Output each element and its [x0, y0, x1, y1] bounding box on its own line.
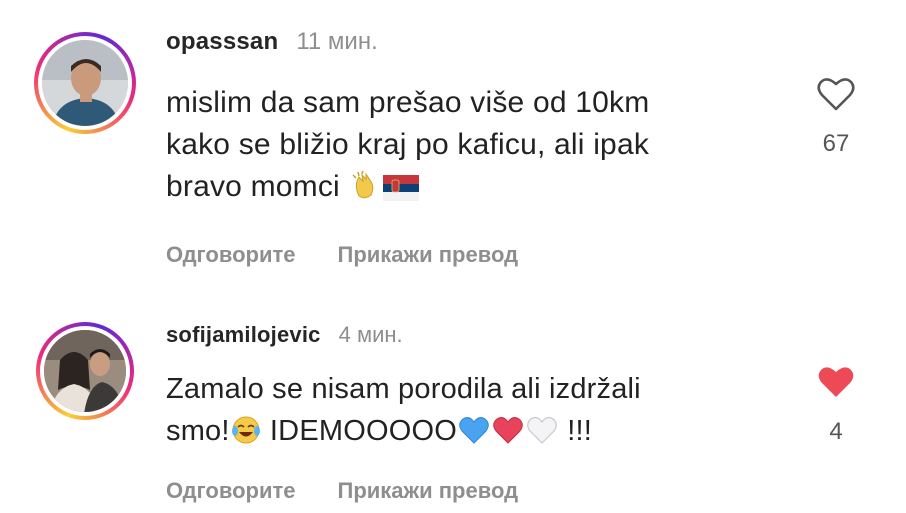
avatar[interactable]	[42, 40, 128, 126]
show-translation-button[interactable]: Прикажи превод	[338, 242, 519, 268]
comment-body: opasssan 11 мин. mislim da sam prešao vi…	[166, 28, 786, 268]
blue-heart-icon	[459, 417, 489, 444]
comment-line-part: smo!	[166, 415, 230, 447]
like-count[interactable]: 67	[808, 130, 864, 158]
username[interactable]: sofijamilojevic	[166, 322, 321, 348]
comment-meta: opasssan 11 мин.	[166, 28, 786, 64]
heart-filled-icon[interactable]	[816, 364, 856, 400]
comment-line-part: IDEMOOOOO	[261, 415, 457, 447]
story-ring[interactable]	[36, 322, 134, 420]
red-heart-icon	[493, 417, 523, 444]
comment-text: mislim da sam prešao više od 10km kako s…	[166, 82, 786, 208]
avatar-photo	[42, 40, 128, 126]
heart-outline-icon[interactable]	[816, 76, 856, 112]
timestamp[interactable]: 4 мин.	[339, 322, 403, 348]
like-control: 4	[808, 364, 864, 446]
comment-actions: Одговорите Прикажи превод	[166, 242, 786, 268]
clapping-hands-icon	[352, 170, 374, 199]
avatar[interactable]	[44, 330, 126, 412]
serbia-flag-icon	[383, 175, 420, 201]
comment-line: mislim da sam prešao više od 10km	[166, 86, 650, 119]
avatar-border	[38, 36, 132, 130]
comment-text: Zamalo se nisam porodila ali izdržali sm…	[166, 368, 786, 452]
like-count[interactable]: 4	[808, 418, 864, 446]
comment-meta: sofijamilojevic 4 мин.	[166, 322, 786, 354]
comment-actions: Одговорите Прикажи превод	[166, 478, 786, 504]
avatar-photo	[44, 330, 126, 412]
show-translation-button[interactable]: Прикажи превод	[338, 478, 519, 504]
comment-line: kako se bližio kraj po kaficu, ali ipak	[166, 128, 650, 161]
story-ring[interactable]	[34, 32, 136, 134]
comment-line: bravo momci	[166, 170, 340, 203]
tears-of-joy-icon	[231, 416, 260, 444]
comment-body: sofijamilojevic 4 мин. Zamalo se nisam p…	[166, 322, 786, 504]
username[interactable]: opasssan	[166, 28, 278, 56]
reply-button[interactable]: Одговорите	[166, 478, 296, 504]
like-control: 67	[808, 76, 864, 158]
avatar-border	[40, 326, 130, 416]
comment-line: Zamalo se nisam porodila ali izdržali	[166, 373, 641, 405]
timestamp[interactable]: 11 мин.	[296, 28, 377, 56]
comment-line-part: !!!	[559, 415, 593, 447]
white-heart-icon	[527, 416, 557, 444]
reply-button[interactable]: Одговорите	[166, 242, 296, 268]
